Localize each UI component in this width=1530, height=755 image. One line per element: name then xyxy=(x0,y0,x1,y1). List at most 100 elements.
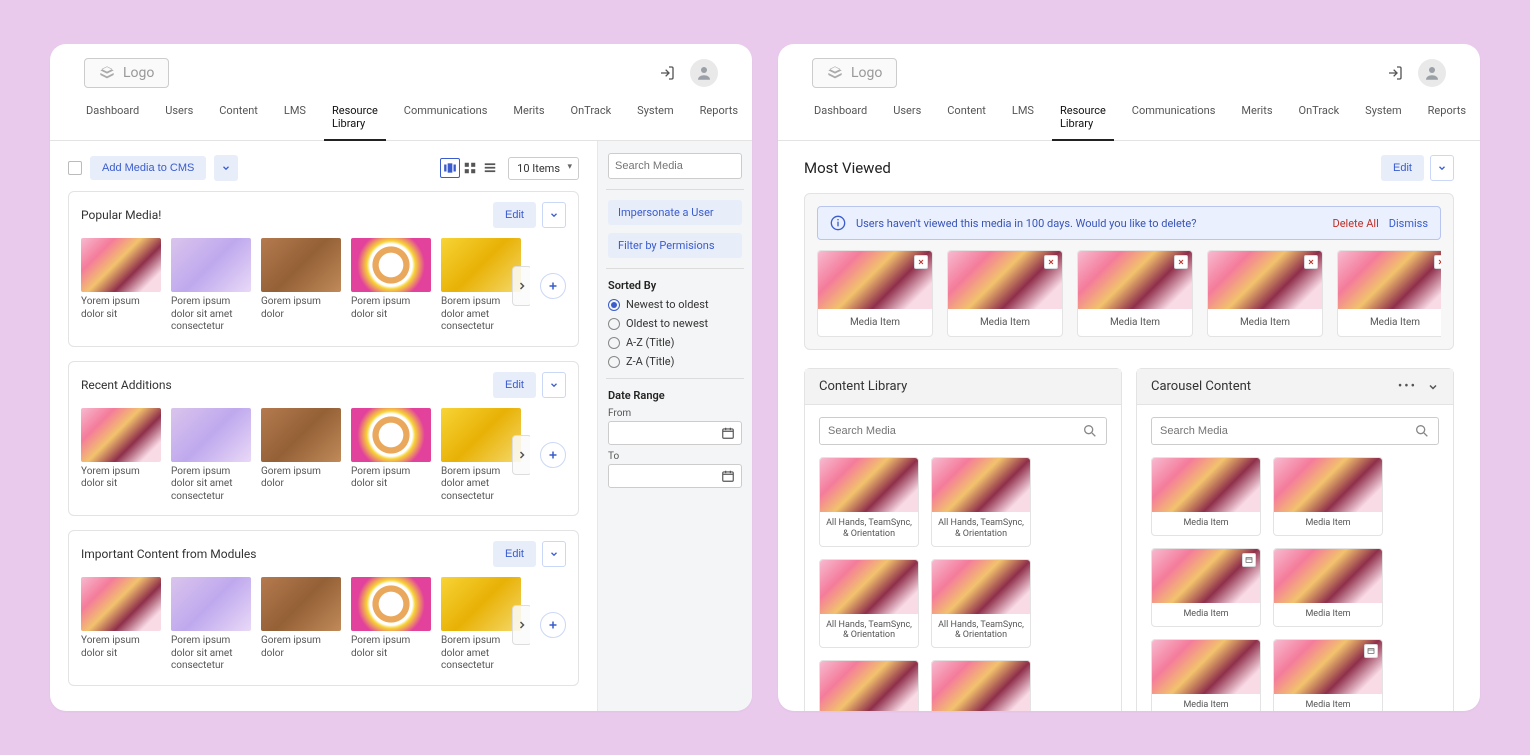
close-icon[interactable] xyxy=(1304,255,1318,269)
sort-option[interactable]: A-Z (Title) xyxy=(608,336,742,349)
media-card[interactable]: Gorem ipsum dolor xyxy=(261,577,341,673)
media-card[interactable]: All Hands, TeamSync, & Orientation xyxy=(819,457,919,547)
section-dropdown[interactable] xyxy=(542,202,566,228)
tab-resource-library[interactable]: Resource Library xyxy=(330,94,380,140)
dismiss-link[interactable]: Dismiss xyxy=(1389,217,1428,230)
sort-option[interactable]: Z-A (Title) xyxy=(608,355,742,368)
close-icon[interactable] xyxy=(1044,255,1058,269)
media-card[interactable]: Borem ipsum dolor amet consectetur xyxy=(441,408,521,504)
tab-merits[interactable]: Merits xyxy=(511,94,546,140)
sort-option[interactable]: Newest to oldest xyxy=(608,298,742,311)
view-list-icon[interactable] xyxy=(480,158,500,178)
media-card[interactable]: All Hands, TeamSync, & Orientation xyxy=(819,559,919,649)
tab-resource-library[interactable]: Resource Library xyxy=(1058,94,1108,140)
media-card[interactable]: Media Item xyxy=(1151,639,1261,711)
date-to-input[interactable] xyxy=(608,464,742,488)
search-media-input[interactable] xyxy=(1151,417,1439,445)
tab-ontrack[interactable]: OnTrack xyxy=(1297,94,1342,140)
media-card[interactable]: Borem ipsum dolor amet consectetur xyxy=(441,238,521,334)
media-card[interactable]: Porem ipsum dolor sit amet consectetur xyxy=(171,238,251,334)
chevron-right-icon[interactable] xyxy=(512,435,530,475)
media-card[interactable]: Yorem ipsum dolor sit xyxy=(81,238,161,334)
edit-dropdown[interactable] xyxy=(1430,155,1454,181)
tab-ontrack[interactable]: OnTrack xyxy=(569,94,614,140)
media-card[interactable]: Media Item xyxy=(1207,250,1323,337)
view-carousel-icon[interactable] xyxy=(440,158,460,178)
close-icon[interactable] xyxy=(1174,255,1188,269)
search-media-input[interactable] xyxy=(819,417,1107,445)
chevron-right-icon[interactable] xyxy=(512,605,530,645)
chevron-down-icon[interactable] xyxy=(1427,381,1439,393)
view-grid-icon[interactable] xyxy=(460,158,480,178)
logo[interactable]: Logo xyxy=(84,58,169,88)
media-card[interactable]: Porem ipsum dolor sit xyxy=(351,408,431,504)
media-card[interactable]: Media Item xyxy=(1151,457,1261,536)
media-card[interactable]: Media Item xyxy=(817,250,933,337)
tab-lms[interactable]: LMS xyxy=(1010,94,1036,140)
media-card[interactable]: Porem ipsum dolor sit xyxy=(351,577,431,673)
add-media-circle[interactable] xyxy=(540,442,566,468)
media-card[interactable]: All Hands, TeamSync, & Orientation xyxy=(819,660,919,711)
media-card[interactable]: Gorem ipsum dolor xyxy=(261,408,341,504)
logo[interactable]: Logo xyxy=(812,58,897,88)
tab-system[interactable]: System xyxy=(1363,94,1404,140)
tab-users[interactable]: Users xyxy=(891,94,923,140)
media-card[interactable]: All Hands, TeamSync, & Orientation xyxy=(931,559,1031,649)
tab-users[interactable]: Users xyxy=(163,94,195,140)
edit-button[interactable]: Edit xyxy=(493,541,536,567)
tab-content[interactable]: Content xyxy=(945,94,988,140)
media-card[interactable]: All Hands, TeamSync, & Orientation xyxy=(931,660,1031,711)
media-card[interactable]: Media Item xyxy=(947,250,1063,337)
add-media-circle[interactable] xyxy=(540,273,566,299)
tab-reports[interactable]: Reports xyxy=(1426,94,1468,140)
media-card[interactable]: Media Item xyxy=(1273,639,1383,711)
close-icon[interactable] xyxy=(914,255,928,269)
edit-button[interactable]: Edit xyxy=(493,202,536,228)
media-card[interactable]: Media Item xyxy=(1273,457,1383,536)
media-card[interactable]: Media Item xyxy=(1151,548,1261,627)
tab-dashboard[interactable]: Dashboard xyxy=(812,94,869,140)
edit-button[interactable]: Edit xyxy=(1381,155,1424,181)
exit-icon[interactable] xyxy=(654,60,680,86)
media-card[interactable]: Media Item xyxy=(1337,250,1441,337)
edit-button[interactable]: Edit xyxy=(493,372,536,398)
tab-reports[interactable]: Reports xyxy=(698,94,740,140)
impersonate-button[interactable]: Impersonate a User xyxy=(608,200,742,225)
media-card[interactable]: Borem ipsum dolor amet consectetur xyxy=(441,577,521,673)
avatar[interactable] xyxy=(690,59,718,87)
tab-merits[interactable]: Merits xyxy=(1239,94,1274,140)
tab-dashboard[interactable]: Dashboard xyxy=(84,94,141,140)
sort-option[interactable]: Oldest to newest xyxy=(608,317,742,330)
media-card[interactable]: Yorem ipsum dolor sit xyxy=(81,577,161,673)
chevron-right-icon[interactable] xyxy=(512,266,530,306)
media-card[interactable]: Media Item xyxy=(1273,548,1383,627)
tab-content[interactable]: Content xyxy=(217,94,260,140)
media-card[interactable]: Gorem ipsum dolor xyxy=(261,238,341,334)
tab-communications[interactable]: Communications xyxy=(1130,94,1218,140)
media-card[interactable]: Porem ipsum dolor sit amet consectetur xyxy=(171,577,251,673)
delete-all-link[interactable]: Delete All xyxy=(1333,217,1379,230)
add-media-circle[interactable] xyxy=(540,612,566,638)
media-card[interactable]: Yorem ipsum dolor sit xyxy=(81,408,161,504)
media-card[interactable]: Porem ipsum dolor sit amet consectetur xyxy=(171,408,251,504)
more-icon[interactable]: ••• xyxy=(1398,379,1417,394)
items-per-page-select[interactable]: 10 Items xyxy=(508,157,579,180)
media-card[interactable]: Media Item xyxy=(1077,250,1193,337)
tab-lms[interactable]: LMS xyxy=(282,94,308,140)
date-from-input[interactable] xyxy=(608,421,742,445)
tab-system[interactable]: System xyxy=(635,94,676,140)
select-all-checkbox[interactable] xyxy=(68,161,82,175)
filter-permissions-button[interactable]: Filter by Permisions xyxy=(608,233,742,258)
close-icon[interactable] xyxy=(1434,255,1441,269)
section-dropdown[interactable] xyxy=(542,372,566,398)
add-media-button[interactable]: Add Media to CMS xyxy=(90,156,206,180)
section-dropdown[interactable] xyxy=(542,541,566,567)
media-card[interactable]: Porem ipsum dolor sit xyxy=(351,238,431,334)
media-card[interactable]: All Hands, TeamSync, & Orientation xyxy=(931,457,1031,547)
sort-label: A-Z (Title) xyxy=(626,336,674,349)
avatar[interactable] xyxy=(1418,59,1446,87)
add-media-dropdown[interactable] xyxy=(214,155,238,181)
exit-icon[interactable] xyxy=(1382,60,1408,86)
tab-communications[interactable]: Communications xyxy=(402,94,490,140)
search-media-input[interactable] xyxy=(608,153,742,179)
